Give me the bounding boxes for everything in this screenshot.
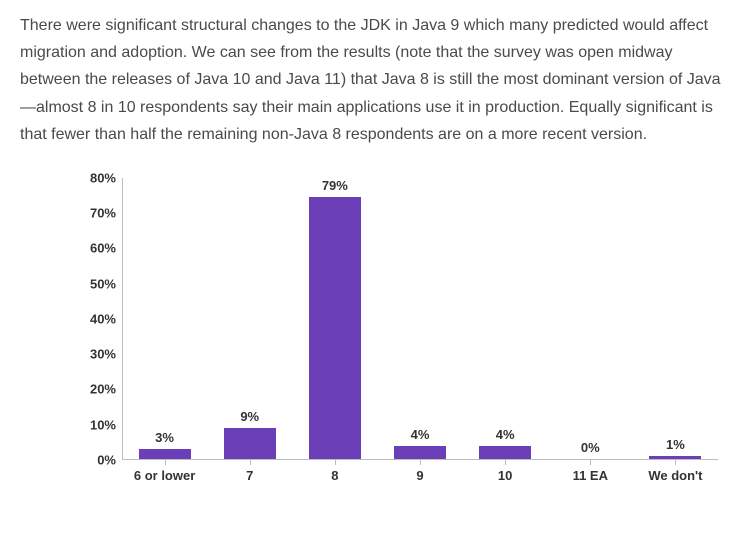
bar-value-label: 4% [496,427,515,442]
java-version-bar-chart: 0% 10% 20% 30% 40% 50% 60% 70% 8 0% 3% 9% 79% 4% 4% 0%… [70,178,718,488]
bar-rect [309,197,361,460]
x-axis: 6 or lower7891011 EAWe don't [122,460,718,488]
bar-value-label: 1% [666,437,685,452]
bar-column: 4% [377,178,462,460]
x-tick-label: 8 [292,460,377,488]
bar-value-label: 0% [581,440,600,455]
y-tick-label: 80% [90,170,116,185]
y-tick-label: 30% [90,347,116,362]
x-tick-label: 10 [463,460,548,488]
bar-value-label: 79% [322,178,348,193]
bar-column: 4% [463,178,548,460]
bar-column: 0% [548,178,633,460]
y-tick-label: 60% [90,241,116,256]
y-tick-label: 70% [90,206,116,221]
x-tick-label: 11 EA [548,460,633,488]
x-tick-label: We don't [633,460,718,488]
bar-column: 9% [207,178,292,460]
y-tick-label: 0% [97,452,116,467]
bar-rect [394,446,446,460]
y-tick-label: 10% [90,417,116,432]
bar-value-label: 9% [240,409,259,424]
bar-value-label: 4% [411,427,430,442]
y-tick-label: 40% [90,311,116,326]
plot-area: 3% 9% 79% 4% 4% 0% 1% [122,178,718,460]
x-tick-label: 6 or lower [122,460,207,488]
bar-column: 79% [292,178,377,460]
bars-container: 3% 9% 79% 4% 4% 0% 1% [122,178,718,460]
bar-column: 1% [633,178,718,460]
bar-value-label: 3% [155,430,174,445]
bar-column: 3% [122,178,207,460]
x-tick-label: 9 [377,460,462,488]
bar-rect [224,428,276,460]
y-axis: 0%10%20%30%40%50%60%70%80% [70,178,122,460]
y-tick-label: 20% [90,382,116,397]
bar-rect [479,446,531,460]
intro-paragraph: There were significant structural change… [20,12,728,148]
x-tick-label: 7 [207,460,292,488]
y-tick-label: 50% [90,276,116,291]
